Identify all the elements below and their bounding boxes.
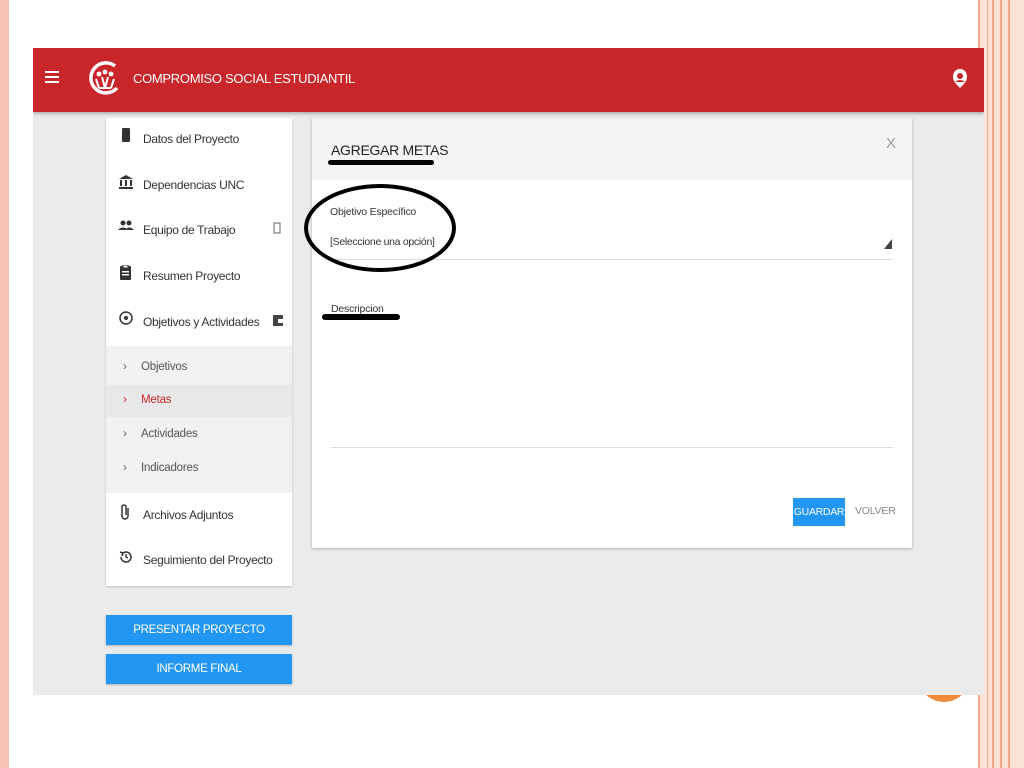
submenu-item-label: Indicadores (141, 462, 199, 474)
sidebar-item-label: Seguimiento del Proyecto (143, 553, 273, 567)
present-project-button[interactable]: PRESENTAR PROYECTO (106, 615, 292, 645)
submenu-item-objetivos[interactable]: › Objetivos (106, 352, 292, 384)
back-button[interactable]: VOLVER (855, 505, 896, 517)
description-textarea[interactable] (331, 447, 893, 448)
submenu-item-label: Metas (141, 394, 172, 406)
submenu-item-label: Objetivos (141, 361, 188, 373)
bank-icon (118, 174, 134, 190)
sidebar-item-label: Equipo de Trabajo (143, 223, 236, 237)
sidebar-item-datos-proyecto[interactable]: Datos del Proyecto (106, 118, 292, 162)
chevron-right-icon: › (123, 392, 127, 406)
annotation-ellipse (304, 184, 456, 272)
sidebar-item-seguimiento[interactable]: Seguimiento del Proyecto (106, 539, 292, 583)
sidebar-item-resumen[interactable]: Resumen Proyecto (106, 255, 292, 299)
save-button[interactable]: GUARDAR (793, 498, 845, 526)
app-window: COMPROMISO SOCIAL ESTUDIANTIL Datos del … (33, 48, 984, 695)
chevron-right-icon: › (123, 359, 127, 373)
submenu-item-label: Actividades (141, 428, 198, 440)
title-annotation-underline (328, 160, 434, 165)
submenu-item-metas[interactable]: › Metas (106, 385, 292, 417)
equipo-expand-icon[interactable] (272, 221, 284, 235)
sidebar-item-label: Datos del Proyecto (143, 132, 239, 146)
dialog-title: AGREGAR METAS (331, 142, 449, 158)
target-icon (118, 311, 134, 327)
sidebar: Datos del Proyecto Dependencias UNC Equi… (106, 118, 292, 586)
chevron-right-icon: › (123, 460, 127, 474)
logo (87, 58, 123, 98)
paperclip-icon (118, 504, 134, 520)
submenu-item-actividades[interactable]: › Actividades (106, 419, 292, 451)
final-report-button[interactable]: INFORME FINAL (106, 654, 292, 684)
app-header: COMPROMISO SOCIAL ESTUDIANTIL (33, 48, 984, 112)
people-icon (118, 219, 134, 235)
slide-right-stripes (988, 0, 1024, 768)
sidebar-item-dependencias[interactable]: Dependencias UNC (106, 164, 292, 208)
sidebar-item-label: Archivos Adjuntos (143, 508, 234, 522)
account-icon[interactable] (951, 68, 969, 90)
slide-left-border (0, 0, 9, 768)
wallet-icon[interactable] (272, 313, 284, 327)
dropdown-arrow-icon[interactable] (884, 239, 892, 249)
chevron-right-icon: › (123, 426, 127, 440)
sidebar-item-label: Objetivos y Actividades (143, 315, 260, 329)
phone-icon (118, 128, 134, 144)
description-annotation-underline (322, 314, 400, 320)
clipboard-icon (118, 264, 134, 281)
dialog-header: AGREGAR METAS X (312, 118, 912, 180)
slide: COMPROMISO SOCIAL ESTUDIANTIL Datos del … (0, 0, 1024, 768)
submenu-item-indicadores[interactable]: › Indicadores (106, 453, 292, 485)
close-icon[interactable]: X (886, 135, 896, 152)
sidebar-item-label: Dependencias UNC (143, 178, 245, 192)
history-icon (118, 549, 134, 565)
sidebar-item-archivos[interactable]: Archivos Adjuntos (106, 494, 292, 538)
sidebar-item-equipo[interactable]: Equipo de Trabajo (106, 209, 292, 253)
sidebar-item-objetivos-actividades[interactable]: Objetivos y Actividades (106, 301, 292, 345)
sidebar-item-label: Resumen Proyecto (143, 269, 241, 283)
hamburger-icon[interactable] (45, 71, 59, 85)
app-title: COMPROMISO SOCIAL ESTUDIANTIL (133, 71, 355, 86)
add-goals-dialog: AGREGAR METAS X Objetivo Específico [Sel… (304, 118, 912, 548)
